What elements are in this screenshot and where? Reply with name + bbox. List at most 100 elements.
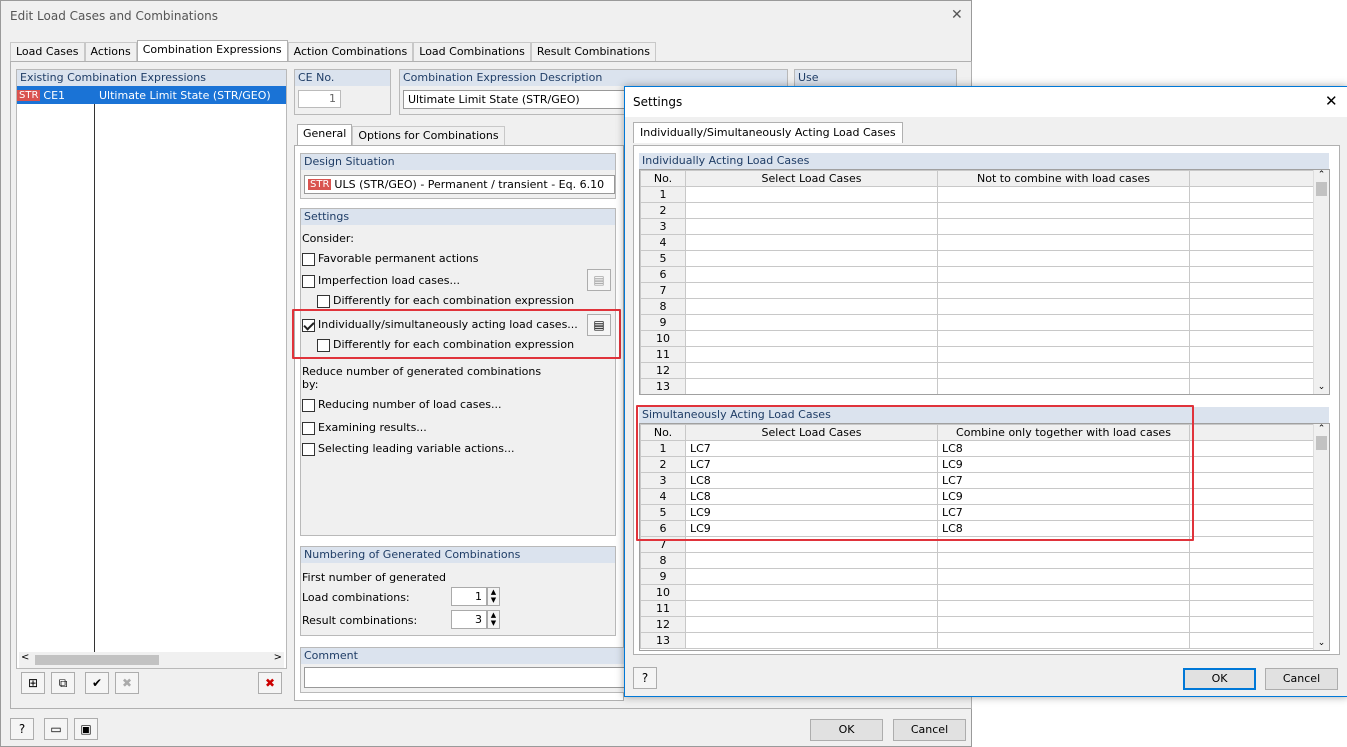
table-row[interactable]: 4 [641,235,1314,251]
checkbox[interactable] [302,275,315,288]
design-select[interactable]: STRULS (STR/GEO) - Permanent / transient… [304,175,615,194]
select-cell[interactable] [686,633,938,649]
favorable-checkbox[interactable]: Favorable permanent actions [302,252,479,266]
spin-arrows-icon[interactable]: ▲▼ [487,610,500,629]
horizontal-scrollbar[interactable]: < > [19,652,284,668]
not-combine-cell[interactable] [938,235,1190,251]
checkbox[interactable] [302,422,315,435]
select-cell[interactable] [686,267,938,283]
tab-general[interactable]: General [297,124,352,145]
tab-actions[interactable]: Actions [85,42,137,61]
select-cell[interactable] [686,379,938,395]
ind-table[interactable]: No. Select Load Cases Not to combine wit… [639,169,1330,395]
comment-field[interactable] [304,667,629,688]
combine-cell[interactable] [938,553,1190,569]
lc-value[interactable]: 1 [451,587,487,606]
select-cell[interactable] [686,363,938,379]
tab-individually-simultaneously[interactable]: Individually/Simultaneously Acting Load … [633,122,903,143]
select-cell[interactable] [686,331,938,347]
select-cell[interactable] [686,553,938,569]
table-row[interactable]: 8 [641,553,1314,569]
table-row[interactable]: 13 [641,379,1314,395]
not-combine-cell[interactable] [938,283,1190,299]
combine-cell[interactable] [938,633,1190,649]
reducing-checkbox[interactable]: Reducing number of load cases... [302,398,501,412]
not-combine-cell[interactable] [938,363,1190,379]
uncheck-icon[interactable]: ✖ [115,672,139,694]
not-combine-cell[interactable] [938,315,1190,331]
open-icon[interactable]: ▭ [44,718,68,740]
vertical-scrollbar[interactable]: ⌃ ⌄ [1313,424,1329,650]
combine-cell[interactable] [938,585,1190,601]
select-cell[interactable] [686,601,938,617]
check-icon[interactable]: ✔ [85,672,109,694]
table-row[interactable]: 1 [641,187,1314,203]
tab-load-cases[interactable]: Load Cases [10,42,85,61]
combine-cell[interactable] [938,617,1190,633]
cancel-button[interactable]: Cancel [893,719,966,741]
select-cell[interactable] [686,219,938,235]
table-row[interactable]: 6 [641,267,1314,283]
rc-value[interactable]: 3 [451,610,487,629]
select-cell[interactable] [686,315,938,331]
imperfection-checkbox[interactable]: Imperfection load cases... [302,274,460,288]
not-combine-cell[interactable] [938,187,1190,203]
not-combine-cell[interactable] [938,219,1190,235]
table-row[interactable]: 9 [641,315,1314,331]
select-cell[interactable] [686,187,938,203]
select-cell[interactable] [686,569,938,585]
close-icon[interactable]: ✕ [951,7,963,23]
tab-options[interactable]: Options for Combinations [352,126,504,145]
tab-result-combinations[interactable]: Result Combinations [531,42,656,61]
select-cell[interactable] [686,585,938,601]
close-icon[interactable]: ✕ [1325,92,1338,110]
not-combine-cell[interactable] [938,267,1190,283]
checkbox[interactable] [302,399,315,412]
table-row[interactable]: 10 [641,585,1314,601]
vertical-scrollbar[interactable]: ⌃ ⌄ [1313,170,1329,394]
table-row[interactable]: 8 [641,299,1314,315]
table-row[interactable]: 12 [641,363,1314,379]
select-cell[interactable] [686,299,938,315]
table-row[interactable]: 11 [641,601,1314,617]
select-cell[interactable] [686,617,938,633]
dialog-cancel-button[interactable]: Cancel [1265,668,1338,690]
save-icon[interactable]: ▣ [74,718,98,740]
select-cell[interactable] [686,283,938,299]
ce-no-field[interactable]: 1 [298,90,341,108]
select-cell[interactable] [686,347,938,363]
checkbox[interactable] [302,443,315,456]
diff1-checkbox[interactable]: Differently for each combination express… [317,294,574,308]
table-row[interactable]: 3 [641,219,1314,235]
select-cell[interactable] [686,251,938,267]
combine-cell[interactable] [938,601,1190,617]
spin-arrows-icon[interactable]: ▲▼ [487,587,500,606]
checkbox[interactable] [317,295,330,308]
not-combine-cell[interactable] [938,203,1190,219]
not-combine-cell[interactable] [938,299,1190,315]
imperfection-edit-icon[interactable]: ▤ [587,269,611,291]
tab-load-combinations[interactable]: Load Combinations [413,42,531,61]
select-cell[interactable] [686,203,938,219]
delete-icon[interactable]: ✖ [258,672,282,694]
not-combine-cell[interactable] [938,347,1190,363]
combine-cell[interactable] [938,569,1190,585]
table-row[interactable]: 11 [641,347,1314,363]
help-icon[interactable]: ? [10,718,34,740]
not-combine-cell[interactable] [938,251,1190,267]
tab-combination-expressions[interactable]: Combination Expressions [137,40,288,61]
table-row[interactable]: 10 [641,331,1314,347]
checkbox[interactable] [302,253,315,266]
table-row[interactable]: 12 [641,617,1314,633]
table-row[interactable]: 7 [641,283,1314,299]
copy-icon[interactable]: ⧉ [51,672,75,694]
examining-checkbox[interactable]: Examining results... [302,421,427,435]
table-row[interactable]: 5 [641,251,1314,267]
ok-button[interactable]: OK [810,719,883,741]
new-icon[interactable]: ⊞ [21,672,45,694]
table-row[interactable]: 2 [641,203,1314,219]
lc-spinner[interactable]: 1▲▼ [451,587,500,606]
rc-spinner[interactable]: 3▲▼ [451,610,500,629]
dialog-ok-button[interactable]: OK [1183,668,1256,690]
table-row[interactable]: 9 [641,569,1314,585]
